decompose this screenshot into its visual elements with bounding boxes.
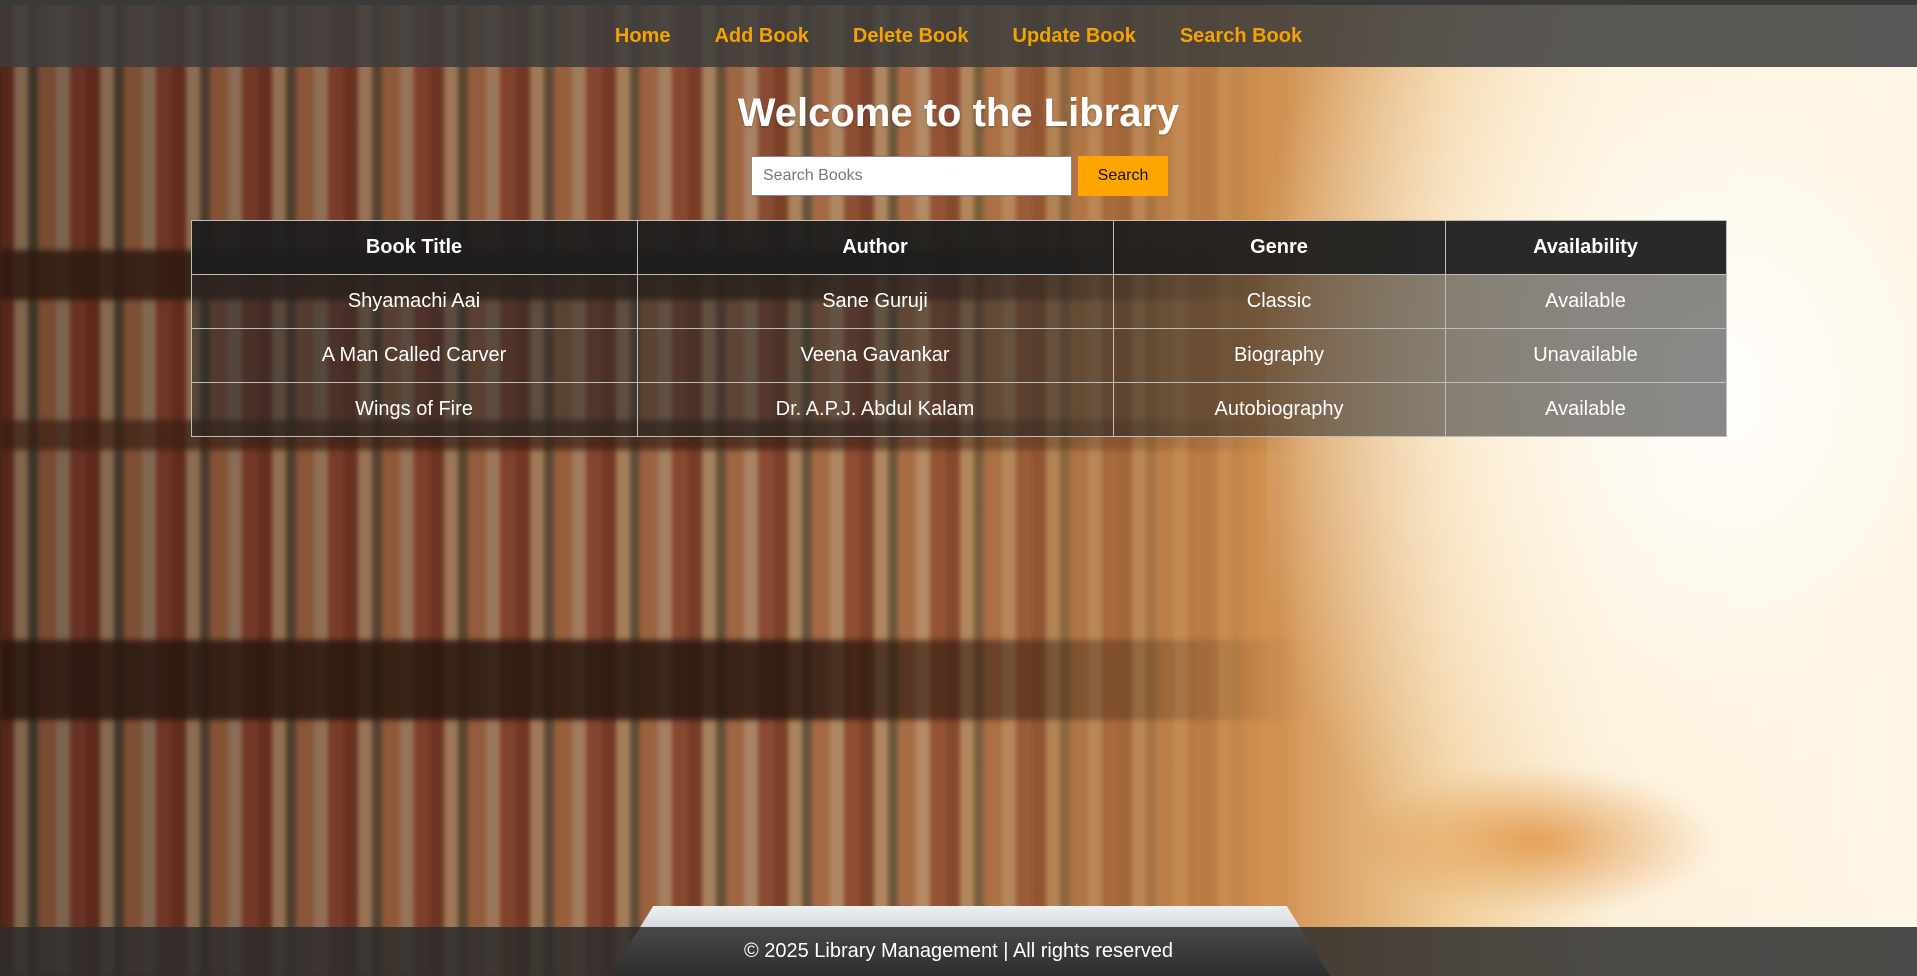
footer-copyright: © 2025 Library Management | All rights r…: [743, 940, 1174, 962]
nav-search-book-link[interactable]: Search Book: [1180, 25, 1302, 48]
cell-genre: Classic: [1112, 274, 1446, 329]
cell-genre: Biography: [1112, 328, 1446, 383]
search-bar: Search: [751, 156, 1168, 196]
cell-author: Dr. A.P.J. Abdul Kalam: [636, 382, 1114, 437]
column-header-author: Author: [636, 220, 1114, 275]
nav-add-book-link[interactable]: Add Book: [714, 25, 808, 48]
cell-author: Veena Gavankar: [636, 328, 1114, 383]
column-header-availability: Availability: [1444, 220, 1727, 275]
cell-availability: Available: [1444, 274, 1727, 329]
nav-update-book-link[interactable]: Update Book: [1013, 25, 1136, 48]
cell-availability: Unavailable: [1444, 328, 1727, 383]
cell-author: Sane Guruji: [636, 274, 1114, 329]
page-title: Welcome to the Library: [737, 91, 1180, 135]
cell-genre: Autobiography: [1112, 382, 1446, 437]
search-input[interactable]: [751, 156, 1072, 196]
table-row: A Man Called Carver Veena Gavankar Biogr…: [190, 328, 1727, 383]
search-button[interactable]: Search: [1078, 156, 1168, 196]
column-header-book-title: Book Title: [190, 220, 638, 275]
table-row: Wings of Fire Dr. A.P.J. Abdul Kalam Aut…: [190, 382, 1727, 437]
footer: © 2025 Library Management | All rights r…: [0, 927, 1917, 976]
cell-book-title: Wings of Fire: [190, 382, 638, 437]
cell-book-title: Shyamachi Aai: [190, 274, 638, 329]
navbar: Home Add Book Delete Book Update Book Se…: [0, 5, 1917, 67]
nav-delete-book-link[interactable]: Delete Book: [853, 25, 969, 48]
cell-book-title: A Man Called Carver: [190, 328, 638, 383]
nav-home-link[interactable]: Home: [615, 25, 671, 48]
table-header-row: Book Title Author Genre Availability: [190, 220, 1727, 275]
cell-availability: Available: [1444, 382, 1727, 437]
books-table: Book Title Author Genre Availability Shy…: [190, 220, 1727, 437]
main-content: Welcome to the Library Search Book Title…: [0, 67, 1917, 437]
column-header-genre: Genre: [1112, 220, 1446, 275]
table-row: Shyamachi Aai Sane Guruji Classic Availa…: [190, 274, 1727, 329]
